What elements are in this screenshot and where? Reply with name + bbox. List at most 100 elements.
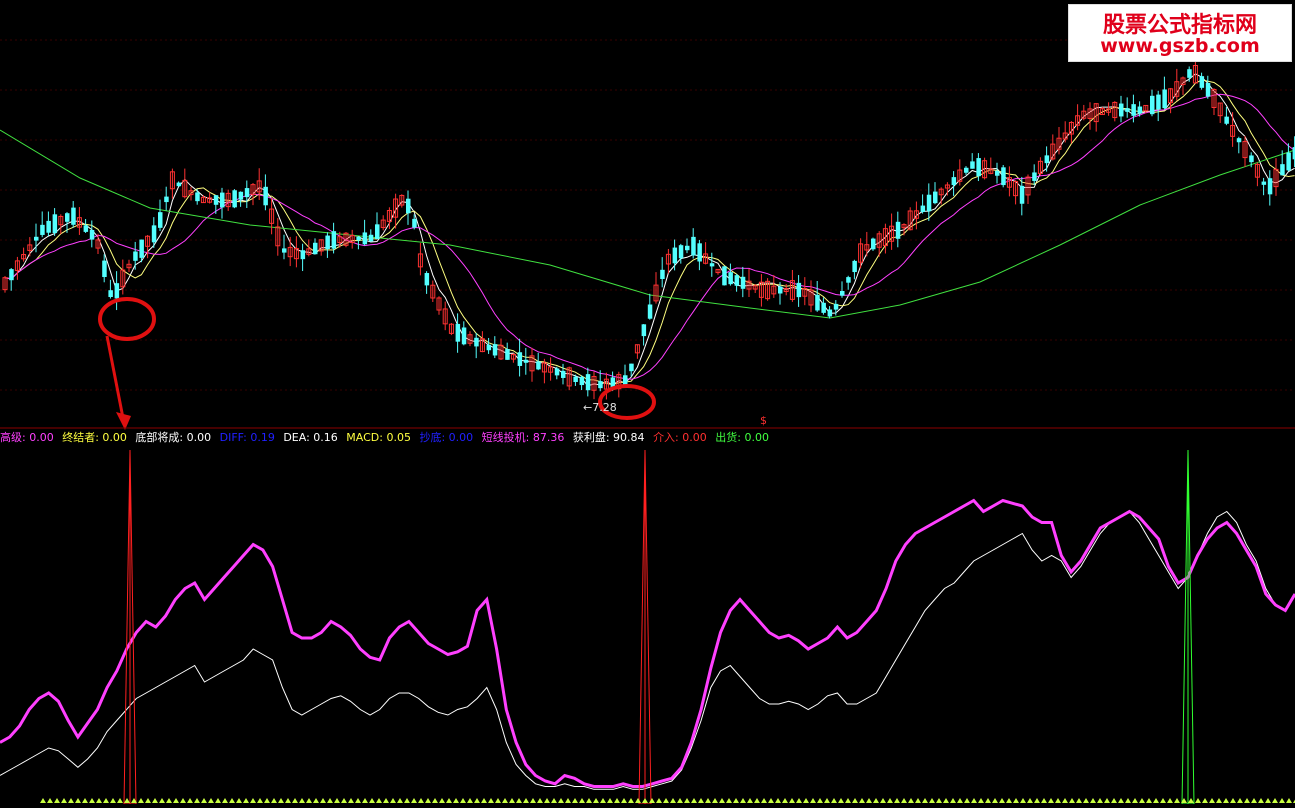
baseline-marker (572, 798, 578, 803)
candle-body (139, 239, 144, 258)
candle-body (970, 161, 975, 169)
candle-body (1131, 104, 1136, 116)
baseline-marker (516, 798, 522, 803)
candle-body (697, 243, 702, 262)
baseline-marker (565, 798, 571, 803)
baseline-marker (201, 798, 207, 803)
candle-body (926, 194, 932, 212)
baseline-marker (663, 798, 669, 803)
baseline-marker (642, 798, 648, 803)
baseline-marker (978, 798, 984, 803)
baseline-marker (1230, 798, 1236, 803)
candle-body (455, 323, 461, 342)
baseline-marker (740, 798, 746, 803)
candle-body (114, 283, 120, 299)
candle-body (102, 260, 107, 278)
baseline-marker (1146, 798, 1152, 803)
baseline-marker (901, 798, 907, 803)
candle-body (1261, 181, 1267, 185)
baseline-marker (684, 798, 690, 803)
baseline-marker (194, 798, 200, 803)
baseline-marker (257, 798, 263, 803)
baseline-marker (999, 798, 1005, 803)
baseline-marker (117, 798, 123, 803)
candle-body (685, 245, 690, 251)
candle-body (474, 337, 479, 347)
candle-body (778, 286, 783, 294)
baseline-marker (768, 798, 774, 803)
baseline-marker (1160, 798, 1166, 803)
baseline-marker (1265, 798, 1271, 803)
baseline-marker (1188, 798, 1194, 803)
baseline-marker (950, 798, 956, 803)
candle-body (1236, 138, 1242, 143)
baseline-marker (705, 798, 711, 803)
baseline-marker (1097, 798, 1103, 803)
moving-average-lines (0, 73, 1295, 387)
baseline-marker (446, 798, 452, 803)
candle-body (89, 230, 95, 240)
baseline-marker (775, 798, 781, 803)
baseline-marker (1048, 798, 1054, 803)
candle-body (796, 282, 802, 298)
legend-huolipan: 获利盘: 90.84 (572, 431, 645, 444)
legend-macd: MACD: 0.05 (346, 431, 411, 444)
baseline-marker (180, 798, 186, 803)
baseline-marker (495, 798, 501, 803)
candle-body (176, 182, 182, 187)
baseline-marker (558, 798, 564, 803)
candle-body (1162, 89, 1167, 109)
candle-body (1286, 152, 1291, 171)
baseline-marker (488, 798, 494, 803)
baseline-marker (649, 798, 655, 803)
candle-body (238, 191, 244, 200)
baseline-marker (411, 798, 417, 803)
annotations (98, 297, 656, 430)
baseline-marker (789, 798, 795, 803)
baseline-marker (852, 798, 858, 803)
candle-body (213, 195, 219, 205)
candle-body (536, 361, 541, 370)
watermark-logo: 股票公式指标网 www.gszb.com (1068, 4, 1292, 62)
baseline-marker (502, 798, 508, 803)
candle-body (647, 304, 653, 319)
indicator-legend: 高级: 0.00 终结者: 0.00 底部将成: 0.00 DIFF: 0.19… (0, 429, 774, 445)
baseline-marker (747, 798, 753, 803)
baseline-marker (544, 798, 550, 803)
baseline-marker (355, 798, 361, 803)
candle-body (52, 214, 58, 234)
candle-body (846, 277, 851, 283)
baseline-marker (250, 798, 256, 803)
baseline-marker (1083, 798, 1089, 803)
indicator-panel (0, 449, 1295, 805)
baseline-marker (236, 798, 242, 803)
candle-body (83, 225, 89, 232)
candle-body (623, 375, 628, 386)
candle-body (895, 221, 901, 239)
legend-zhongjiezhe: 终结者: 0.00 (62, 431, 127, 444)
candle-body (34, 236, 39, 241)
baseline-marker (726, 798, 732, 803)
baseline-marker (1237, 798, 1243, 803)
baseline-marker (656, 798, 662, 803)
legend-diff: DIFF: 0.19 (219, 431, 275, 444)
baseline-marker (579, 798, 585, 803)
baseline-marker (215, 798, 221, 803)
baseline-marker (404, 798, 410, 803)
baseline-marker (1027, 798, 1033, 803)
candle-body (368, 234, 374, 242)
indicator-line (0, 498, 1295, 788)
baseline-marker (691, 798, 697, 803)
baseline-marker (621, 798, 627, 803)
candle-body (561, 370, 566, 378)
legend-dea: DEA: 0.16 (283, 431, 338, 444)
baseline-marker (635, 798, 641, 803)
chart-svg (0, 39, 1295, 805)
candle-body (691, 236, 696, 256)
baseline-marker (817, 798, 823, 803)
baseline-marker (971, 798, 977, 803)
candle-body (1044, 155, 1050, 164)
candle-body (505, 349, 510, 360)
candle-body (629, 363, 634, 372)
candle-body (151, 225, 157, 243)
